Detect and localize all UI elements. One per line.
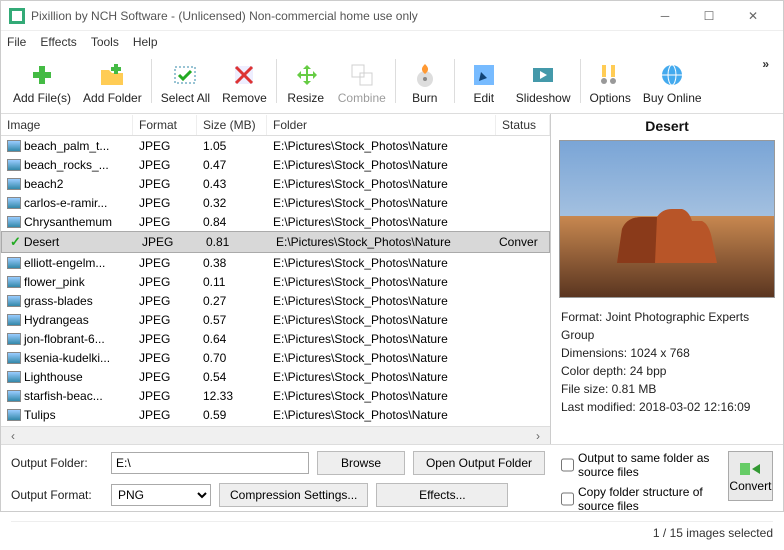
remove-button[interactable]: Remove [216,57,273,109]
table-header: Image Format Size (MB) Folder Status [1,114,550,136]
table-row[interactable]: beach_palm_t...JPEG1.05E:\Pictures\Stock… [1,136,550,155]
preview-image [559,140,775,298]
col-folder[interactable]: Folder [267,115,496,135]
selectall-button[interactable]: Select All [155,57,216,109]
open-output-button[interactable]: Open Output Folder [413,451,545,475]
file-list[interactable]: beach_palm_t...JPEG1.05E:\Pictures\Stock… [1,136,550,426]
toolbar-overflow[interactable]: » [754,57,777,71]
output-folder-input[interactable] [111,452,309,474]
addfolder-button[interactable]: Add Folder [77,57,148,109]
table-row[interactable]: elliott-engelm...JPEG0.38E:\Pictures\Sto… [1,253,550,272]
titlebar: Pixillion by NCH Software - (Unlicensed)… [1,1,783,31]
buyonline-button[interactable]: Buy Online [637,57,708,109]
edit-button[interactable]: Edit [458,57,510,109]
copy-structure-checkbox[interactable]: Copy folder structure of source files [561,485,720,513]
convert-button[interactable]: Convert [728,451,773,501]
maximize-button[interactable]: ☐ [687,2,731,30]
col-status[interactable]: Status [496,115,550,135]
output-folder-label: Output Folder: [11,456,103,470]
table-row[interactable]: TulipsJPEG0.59E:\Pictures\Stock_Photos\N… [1,405,550,424]
preview-title: Desert [551,114,783,138]
table-row[interactable]: ksenia-kudelki...JPEG0.70E:\Pictures\Sto… [1,348,550,367]
table-row[interactable]: beach2JPEG0.43E:\Pictures\Stock_Photos\N… [1,174,550,193]
table-row[interactable]: carlos-e-ramir...JPEG0.32E:\Pictures\Sto… [1,193,550,212]
menu-effects[interactable]: Effects [40,35,76,49]
table-row[interactable]: beach_rocks_...JPEG0.47E:\Pictures\Stock… [1,155,550,174]
resize-button[interactable]: Resize [280,57,332,109]
toolbar: Add File(s) Add Folder Select All Remove… [1,53,783,114]
meta-filesize: File size: 0.81 MB [561,380,773,398]
output-format-select[interactable]: PNG [111,484,211,506]
menubar: File Effects Tools Help [1,31,783,53]
table-row[interactable]: ✓DesertJPEG0.81E:\Pictures\Stock_Photos\… [1,231,550,253]
output-format-label: Output Format: [11,488,103,502]
table-row[interactable]: jon-flobrant-6...JPEG0.64E:\Pictures\Sto… [1,329,550,348]
table-row[interactable]: HydrangeasJPEG0.57E:\Pictures\Stock_Phot… [1,310,550,329]
browse-button[interactable]: Browse [317,451,405,475]
minimize-button[interactable]: ─ [643,2,687,30]
horizontal-scrollbar[interactable]: ‹› [1,426,550,444]
meta-depth: Color depth: 24 bpp [561,362,773,380]
menu-help[interactable]: Help [133,35,158,49]
same-folder-checkbox[interactable]: Output to same folder as source files [561,451,720,479]
menu-file[interactable]: File [7,35,26,49]
app-icon [9,8,25,24]
meta-format: Format: Joint Photographic Experts Group [561,308,773,344]
options-button[interactable]: Options [584,57,637,109]
table-row[interactable]: LighthouseJPEG0.54E:\Pictures\Stock_Phot… [1,367,550,386]
slideshow-button[interactable]: Slideshow [510,57,577,109]
table-row[interactable]: starfish-beac...JPEG12.33E:\Pictures\Sto… [1,386,550,405]
meta-modified: Last modified: 2018-03-02 12:16:09 [561,398,773,416]
col-image[interactable]: Image [1,115,133,135]
table-row[interactable]: flower_pinkJPEG0.11E:\Pictures\Stock_Pho… [1,272,550,291]
effects-button[interactable]: Effects... [376,483,508,507]
compression-button[interactable]: Compression Settings... [219,483,368,507]
meta-dimensions: Dimensions: 1024 x 768 [561,344,773,362]
burn-button[interactable]: Burn [399,57,451,109]
table-row[interactable]: grass-bladesJPEG0.27E:\Pictures\Stock_Ph… [1,291,550,310]
addfiles-button[interactable]: Add File(s) [7,57,77,109]
col-size[interactable]: Size (MB) [197,115,267,135]
close-button[interactable]: ✕ [731,2,775,30]
col-format[interactable]: Format [133,115,197,135]
combine-button: Combine [332,57,392,109]
convert-icon [738,459,762,479]
table-row[interactable]: ChrysanthemumJPEG0.84E:\Pictures\Stock_P… [1,212,550,231]
menu-tools[interactable]: Tools [91,35,119,49]
window-title: Pixillion by NCH Software - (Unlicensed)… [31,9,643,23]
preview-metadata: Format: Joint Photographic Experts Group… [551,300,783,424]
status-bar: 1 / 15 images selected [11,521,773,544]
